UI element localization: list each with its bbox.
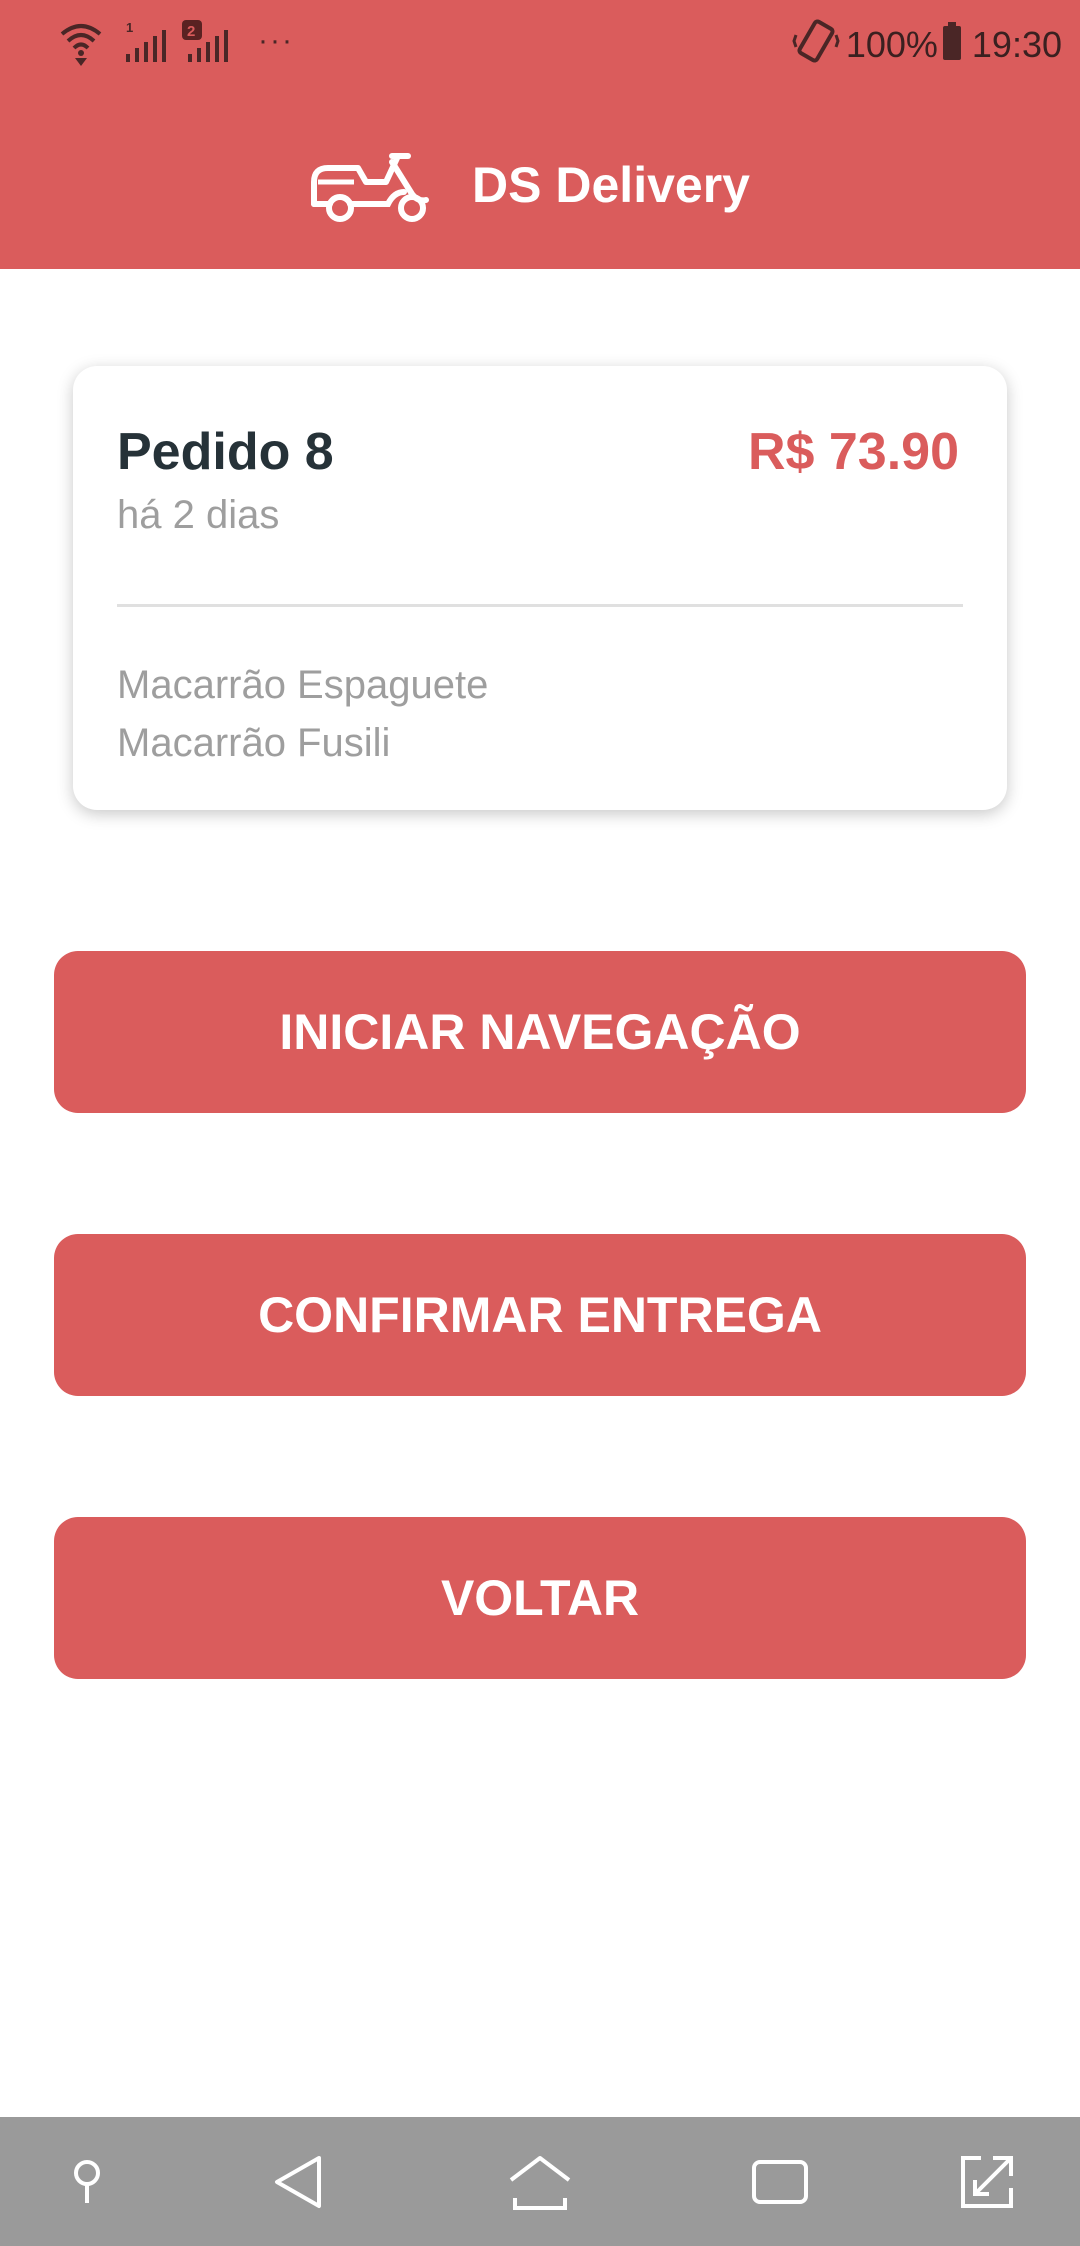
system-nav-bar [0, 2117, 1080, 2246]
app-title: DS Delivery [472, 157, 750, 213]
start-navigation-button[interactable]: INICIAR NAVEGAÇÃO [54, 951, 1026, 1113]
pin-icon[interactable] [52, 2147, 122, 2217]
order-time-ago: há 2 dias [117, 493, 280, 537]
list-item: Macarrão Espaguete [117, 663, 489, 707]
signal-sim1-icon: 1 [122, 20, 168, 71]
recents-icon[interactable] [745, 2147, 815, 2217]
back-button[interactable]: VOLTAR [54, 1517, 1026, 1679]
signal-sim2-icon: 2 [182, 20, 232, 71]
status-bar: 1 2 ··· 100% 19:30 [0, 0, 1080, 90]
app-header: DS Delivery [0, 130, 1080, 240]
list-item: Macarrão Fusili [117, 721, 391, 765]
notification-overflow-dots: ··· [258, 24, 294, 57]
order-card: Pedido 8 R$ 73.90 há 2 dias Macarrão Esp… [73, 366, 1007, 810]
confirm-delivery-button[interactable]: CONFIRMAR ENTREGA [54, 1234, 1026, 1396]
order-name: Pedido 8 [117, 423, 334, 481]
battery-icon [942, 21, 968, 69]
home-icon[interactable] [505, 2147, 575, 2217]
app-top-bar: 1 2 ··· 100% 19:30 DS Delivery [0, 0, 1080, 269]
sim1-label: 1 [126, 20, 133, 35]
vibrate-icon [792, 19, 846, 72]
back-icon[interactable] [264, 2147, 334, 2217]
order-details-screen: 1 2 ··· 100% 19:30 DS Delivery Pedido 8 … [0, 0, 1080, 2246]
expand-icon[interactable] [952, 2147, 1022, 2217]
sim2-badge: 2 [187, 23, 195, 40]
order-price: R$ 73.90 [747, 423, 959, 481]
wifi-icon [58, 20, 104, 71]
card-divider [117, 604, 963, 607]
clock: 19:30 [971, 24, 1062, 65]
battery-percent: 100% [845, 24, 938, 65]
product-list: Macarrão Espaguete Macarrão Fusili [117, 656, 488, 772]
scooter-icon [308, 142, 432, 229]
status-right-group: 100% 19:30 [792, 19, 1062, 69]
